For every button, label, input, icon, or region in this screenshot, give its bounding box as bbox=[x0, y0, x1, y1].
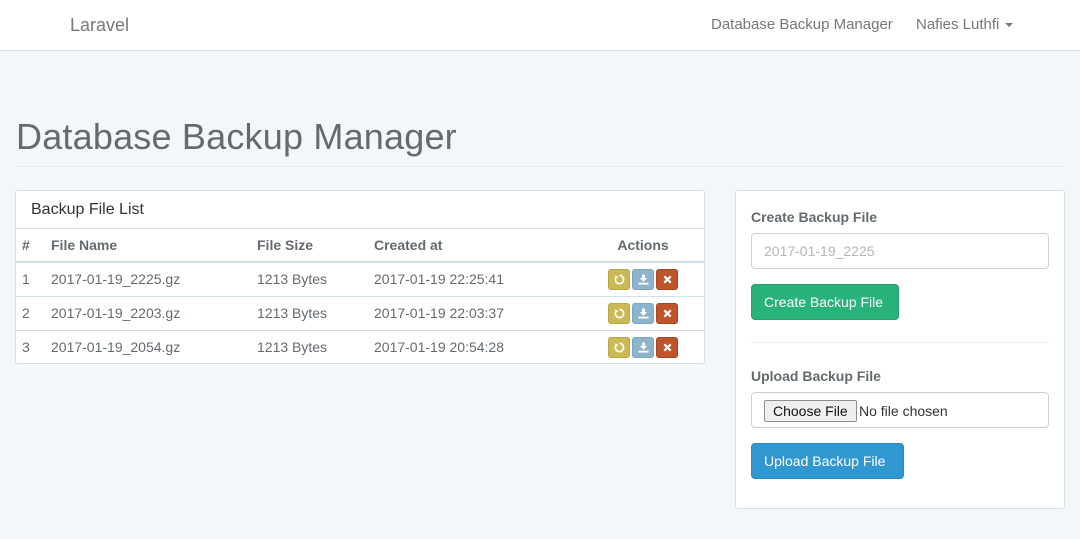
row-actions bbox=[582, 330, 704, 364]
delete-button[interactable] bbox=[656, 268, 678, 290]
close-icon bbox=[663, 343, 672, 352]
table-row: 3 2017-01-19_2054.gz 1213 Bytes 2017-01-… bbox=[16, 330, 704, 364]
delete-button[interactable] bbox=[656, 302, 678, 324]
row-file-name: 2017-01-19_2203.gz bbox=[51, 305, 181, 321]
page-title: Database Backup Manager bbox=[16, 116, 457, 157]
refresh-icon bbox=[614, 308, 625, 318]
no-file-chosen-text: No file chosen bbox=[859, 403, 948, 419]
page-header-divider bbox=[16, 166, 1064, 167]
download-icon bbox=[638, 307, 649, 319]
upload-backup-button[interactable]: Upload Backup File bbox=[751, 443, 904, 479]
row-created-at: 2017-01-19 20:54:28 bbox=[374, 339, 504, 356]
column-header-num: # bbox=[22, 237, 30, 253]
row-num: 3 bbox=[22, 339, 30, 356]
row-file-size: 1213 Bytes bbox=[257, 271, 328, 288]
row-file-size: 1213 Bytes bbox=[257, 339, 328, 356]
backup-list-panel: Backup File List # File Name File Size C… bbox=[15, 190, 705, 364]
table-row: 2 2017-01-19_2203.gz 1213 Bytes 2017-01-… bbox=[16, 296, 704, 330]
row-actions bbox=[582, 296, 704, 330]
delete-button[interactable] bbox=[656, 336, 678, 358]
restore-button[interactable] bbox=[608, 336, 630, 358]
row-created-at: 2017-01-19 22:03:37 bbox=[374, 305, 504, 321]
navbar: Laravel Database Backup Manager Nafies L… bbox=[0, 0, 1080, 51]
caret-down-icon bbox=[1005, 23, 1014, 28]
refresh-icon bbox=[614, 274, 625, 285]
download-button[interactable] bbox=[632, 302, 654, 324]
download-button[interactable] bbox=[632, 268, 654, 290]
user-name: Nafies Luthfi bbox=[916, 16, 1000, 33]
column-header-file-size: File Size bbox=[257, 237, 314, 253]
restore-button[interactable] bbox=[608, 302, 630, 324]
close-icon bbox=[663, 309, 672, 317]
row-file-size: 1213 Bytes bbox=[257, 305, 328, 321]
download-icon bbox=[638, 342, 649, 353]
table-header-row: # File Name File Size Created at Actions bbox=[16, 229, 704, 262]
row-file-name: 2017-01-19_2054.gz bbox=[51, 339, 181, 356]
nav-link-backup-manager[interactable]: Database Backup Manager bbox=[711, 16, 893, 34]
download-button[interactable] bbox=[632, 336, 654, 358]
close-icon bbox=[663, 275, 672, 284]
refresh-icon bbox=[614, 342, 625, 353]
restore-button[interactable] bbox=[608, 268, 630, 290]
row-num: 1 bbox=[22, 271, 30, 288]
create-backup-button[interactable]: Create Backup File bbox=[751, 284, 899, 320]
row-created-at: 2017-01-19 22:25:41 bbox=[374, 271, 504, 288]
table-row: 1 2017-01-19_2225.gz 1213 Bytes 2017-01-… bbox=[16, 262, 704, 296]
user-dropdown[interactable]: Nafies Luthfi bbox=[916, 16, 1014, 34]
choose-file-button[interactable]: Choose File bbox=[764, 400, 857, 422]
file-input[interactable]: Choose File No file chosen bbox=[751, 392, 1049, 428]
form-divider bbox=[751, 342, 1049, 343]
create-backup-label: Create Backup File bbox=[751, 209, 878, 225]
column-header-actions: Actions bbox=[617, 237, 669, 253]
backup-list-heading: Backup File List bbox=[16, 191, 704, 229]
brand-link[interactable]: Laravel bbox=[70, 14, 129, 36]
upload-backup-label: Upload Backup File bbox=[751, 368, 881, 384]
column-header-file-name: File Name bbox=[51, 237, 118, 253]
row-actions bbox=[582, 262, 704, 296]
backup-actions-panel: Create Backup File Create Backup File Up… bbox=[735, 190, 1065, 509]
row-file-name: 2017-01-19_2225.gz bbox=[51, 271, 181, 288]
column-header-created-at: Created at bbox=[374, 237, 443, 253]
download-icon bbox=[638, 274, 649, 285]
row-num: 2 bbox=[22, 305, 30, 321]
backup-table: # File Name File Size Created at Actions… bbox=[16, 229, 704, 364]
backup-name-input[interactable] bbox=[751, 233, 1049, 269]
